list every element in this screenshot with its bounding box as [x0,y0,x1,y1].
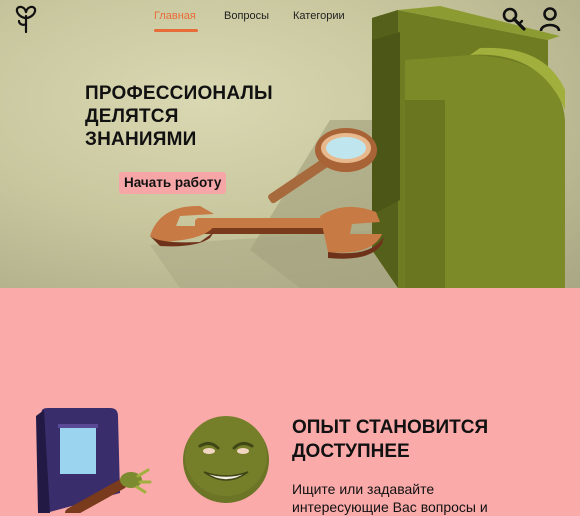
section-title: ОПЫТ СТАНОВИТСЯ ДОСТУПНЕЕ [292,416,572,464]
top-nav: Главная Вопросы Категории [0,0,580,40]
section-title-line: ОПЫТ СТАНОВИТСЯ [292,417,489,438]
section-text-line: интересующие Вас вопросы и [292,499,488,515]
experience-section: ОПЫТ СТАНОВИТСЯ ДОСТУПНЕЕ Ищите или зада… [0,288,580,516]
nav-link-categories[interactable]: Категории [293,10,345,22]
hero-section: Главная Вопросы Категории ПРОФЕССИОНАЛЫ … [0,0,580,288]
start-button[interactable]: Начать работу [119,172,227,194]
tree-logo[interactable] [10,4,42,34]
nav-link-questions[interactable]: Вопросы [224,10,269,22]
nav-active-indicator [154,29,198,32]
nav-link-home[interactable]: Главная [154,10,196,22]
smiley-face-shape [183,416,269,503]
search-icon[interactable] [501,6,527,32]
hero-title: ПРОФЕССИОНАЛЫ ДЕЛЯТСЯ ЗНАНИЯМИ [85,82,305,151]
section-description: Ищите или задавайте интересующие Вас воп… [292,480,572,516]
section-text-line: Ищите или задавайте [292,481,435,497]
hero-title-line: ЗНАНИЯМИ [85,129,197,150]
user-icon[interactable] [537,6,563,32]
olive-letter-shape [372,6,565,288]
section-illustration [36,408,269,513]
hero-title-line: ПРОФЕССИОНАЛЫ [85,83,273,104]
hero-title-line: ДЕЛЯТСЯ [85,106,179,127]
section-title-line: ДОСТУПНЕЕ [292,441,410,462]
